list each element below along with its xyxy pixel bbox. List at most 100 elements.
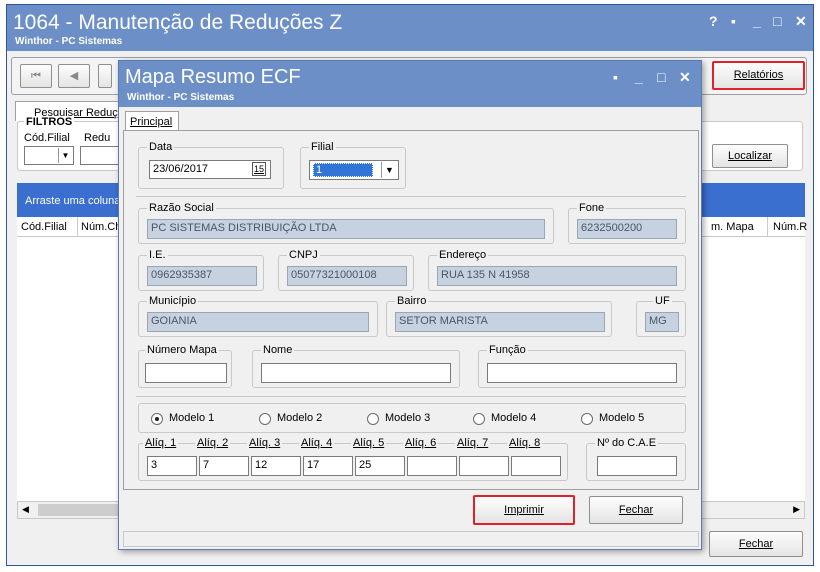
aliq-6-input[interactable]: [407, 456, 457, 476]
first-icon: ⏮: [31, 70, 41, 82]
ie-group: I.E. 0962935387: [138, 249, 264, 291]
close-icon[interactable]: ✕: [679, 69, 691, 86]
municipio-group: Município GOIANIA: [138, 295, 378, 337]
nome-input[interactable]: [261, 363, 451, 383]
ie-label: I.E.: [147, 249, 168, 261]
uf-label: UF: [653, 295, 672, 307]
tab-principal-label: Principal: [130, 116, 173, 128]
filial-value: 1: [313, 163, 373, 177]
main-fechar-label: Fechar: [738, 538, 774, 550]
main-window-title: 1064 - Manutenção de Reduções Z: [13, 11, 343, 34]
nome-group: Nome: [252, 344, 460, 388]
numero-mapa-label: Número Mapa: [145, 344, 219, 356]
razao-social-field: PC SISTEMAS DISTRIBUIÇÃO LTDA: [147, 219, 545, 239]
funcao-label: Função: [487, 344, 528, 356]
restore-small-icon[interactable]: ▪: [731, 13, 736, 29]
modelo-1-label: Modelo 1: [169, 412, 215, 424]
bairro-group: Bairro SETOR MARISTA: [386, 295, 612, 337]
aliq-8-input[interactable]: [511, 456, 561, 476]
dialog-fechar-button[interactable]: Fechar: [589, 496, 683, 524]
uf-field: MG: [645, 312, 679, 332]
column-divider: [767, 217, 768, 237]
funcao-group: Função: [478, 344, 686, 388]
cae-label: Nº do C.A.E: [595, 437, 659, 449]
aliq-7-input[interactable]: [459, 456, 509, 476]
cae-group: Nº do C.A.E: [586, 437, 686, 481]
aliquotas-group: Alíq. 1 Alíq. 2 Alíq. 3 Alíq. 4 Alíq. 5 …: [138, 437, 568, 481]
principal-panel: Data 23/06/2017 15 Filial 1 ▼ Razão Soci…: [123, 130, 699, 490]
imprimir-label: Imprimir: [504, 504, 544, 516]
funcao-input[interactable]: [487, 363, 677, 383]
radio-icon[interactable]: [581, 413, 593, 425]
bairro-field: SETOR MARISTA: [395, 312, 605, 332]
filial-select[interactable]: 1 ▼: [309, 160, 399, 180]
uf-group: UF MG: [636, 295, 686, 337]
cnpj-group: CNPJ 05077321000108: [278, 249, 414, 291]
filial-group: Filial 1 ▼: [300, 141, 406, 189]
aliq-3-label: Alíq. 3: [247, 437, 283, 449]
numero-mapa-input[interactable]: [145, 363, 227, 383]
localizar-label: Localizar: [727, 150, 773, 162]
modelo-4-label: Modelo 4: [491, 412, 537, 424]
scroll-right-icon[interactable]: ▶: [793, 504, 800, 515]
filter-reducao-input[interactable]: [80, 146, 120, 165]
aliq-1-label: Alíq. 1: [143, 437, 179, 449]
aliq-3-input[interactable]: 12: [251, 456, 301, 476]
divider: [136, 396, 686, 397]
radio-icon[interactable]: [473, 413, 485, 425]
minimize-icon[interactable]: _: [753, 13, 761, 29]
status-bar: [123, 531, 699, 547]
relatorios-label: Relatórios: [733, 69, 784, 81]
radio-icon[interactable]: [367, 413, 379, 425]
filial-label: Filial: [309, 141, 336, 153]
aliq-5-label: Alíq. 5: [351, 437, 387, 449]
modelo-2-label: Modelo 2: [277, 412, 323, 424]
bairro-label: Bairro: [395, 295, 429, 307]
column-num-mapa[interactable]: m. Mapa: [711, 221, 754, 233]
radio-selected-icon[interactable]: [151, 413, 163, 425]
scroll-left-icon[interactable]: ◀: [22, 504, 29, 515]
column-divider: [77, 217, 78, 237]
dialog-fechar-label: Fechar: [618, 504, 654, 516]
next-record-button[interactable]: [98, 64, 112, 88]
prev-record-button[interactable]: ◀: [58, 64, 90, 88]
maximize-icon[interactable]: □: [657, 69, 665, 85]
chevron-down-icon[interactable]: ▼: [58, 148, 72, 163]
aliq-5-input[interactable]: 25: [355, 456, 405, 476]
column-cod-filial[interactable]: Cód.Filial: [21, 221, 67, 233]
column-num-checkout[interactable]: Núm.Ch: [81, 221, 121, 233]
data-value: 23/06/2017: [153, 163, 209, 175]
fone-label: Fone: [577, 202, 607, 214]
cae-input[interactable]: [597, 456, 677, 476]
endereco-group: Endereço RUA 135 N 41958: [428, 249, 686, 291]
endereco-label: Endereço: [437, 249, 489, 261]
close-icon[interactable]: ✕: [795, 13, 807, 30]
main-title-bar: 1064 - Manutenção de Reduções Z Winthor …: [7, 5, 813, 51]
minimize-icon[interactable]: _: [635, 69, 643, 85]
divider: [136, 196, 686, 197]
main-fechar-button[interactable]: Fechar: [709, 531, 803, 557]
filter-cod-filial-select[interactable]: ▼: [24, 146, 74, 165]
cnpj-label: CNPJ: [287, 249, 320, 261]
restore-small-icon[interactable]: ▪: [613, 69, 618, 85]
aliq-4-input[interactable]: 17: [303, 456, 353, 476]
chevron-down-icon[interactable]: ▼: [381, 162, 397, 178]
localizar-button[interactable]: Localizar: [712, 144, 788, 168]
fone-field: 6232500200: [577, 219, 677, 239]
column-num-reducao[interactable]: Núm.R: [773, 221, 807, 233]
municipio-label: Município: [147, 295, 199, 307]
aliq-2-label: Alíq. 2: [195, 437, 231, 449]
ie-field: 0962935387: [147, 266, 257, 286]
radio-icon[interactable]: [259, 413, 271, 425]
aliq-2-input[interactable]: 7: [199, 456, 249, 476]
tab-principal[interactable]: Principal: [125, 111, 179, 131]
first-record-button[interactable]: ⏮: [20, 64, 52, 88]
imprimir-button[interactable]: Imprimir: [473, 495, 575, 525]
main-window-subtitle: Winthor - PC Sistemas: [15, 36, 123, 47]
relatorios-button[interactable]: Relatórios: [712, 61, 805, 90]
maximize-icon[interactable]: □: [773, 13, 781, 29]
help-icon[interactable]: ?: [709, 13, 718, 29]
data-input[interactable]: 23/06/2017 15: [149, 160, 271, 179]
aliq-1-input[interactable]: 3: [147, 456, 197, 476]
calendar-icon[interactable]: 15: [251, 162, 266, 176]
